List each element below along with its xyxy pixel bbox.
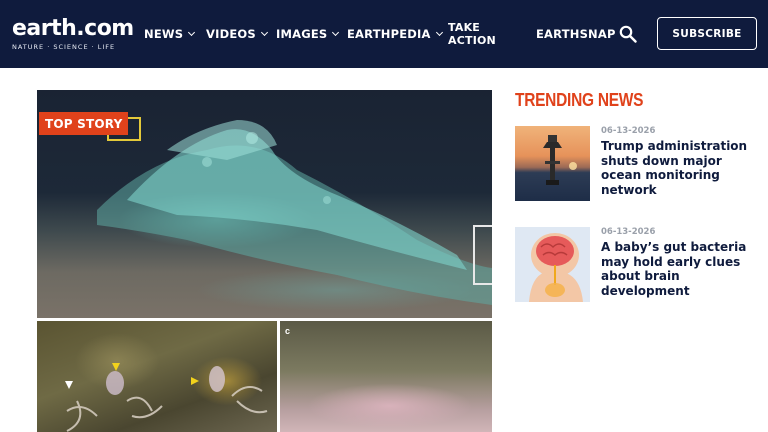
top-story-image[interactable]: c TOP STORY: [37, 90, 492, 432]
nav-news-label: NEWS: [144, 27, 184, 41]
highlight-box: [473, 225, 492, 285]
story-thumbnail[interactable]: [515, 126, 590, 201]
brittle-stars-illustration: [66, 366, 268, 432]
story-date: 06-13-2026: [601, 227, 656, 237]
trending-news-heading: TRENDING NEWS: [515, 90, 644, 110]
story-headline[interactable]: Trump administration shuts down major oc…: [601, 139, 751, 197]
yellow-arrow-marker: [112, 363, 120, 371]
top-story-badge: TOP STORY: [39, 112, 129, 135]
nav-earthsnap-label: EARTHSNAP: [536, 27, 616, 41]
nav-take-action-line2: ACTION: [448, 34, 496, 47]
site-header: earth.com NATURE · SCIENCE · LIFE NEWS V…: [0, 0, 768, 68]
nav-earthsnap[interactable]: EARTHSNAP: [536, 27, 616, 41]
story-thumbnail[interactable]: [515, 227, 590, 302]
nav-videos-label: VIDEOS: [206, 27, 256, 41]
hero-photo-sea-creatures: [37, 321, 277, 432]
nav-news[interactable]: NEWS: [144, 27, 196, 41]
story-date: 06-13-2026: [601, 126, 656, 136]
nav-take-action-line1: TAKE: [448, 21, 481, 34]
nav-earthpedia-label: EARTHPEDIA: [347, 27, 431, 41]
logo-tagline: NATURE · SCIENCE · LIFE: [12, 43, 116, 51]
nav-videos[interactable]: VIDEOS: [206, 27, 268, 41]
logo-wordmark: earth.com: [12, 16, 134, 41]
chevron-down-icon: [260, 28, 268, 37]
site-logo[interactable]: earth.com NATURE · SCIENCE · LIFE: [12, 16, 134, 52]
subscribe-button[interactable]: SUBSCRIBE: [657, 17, 757, 50]
yellow-arrow-marker: [191, 377, 199, 385]
search-icon[interactable]: [619, 25, 637, 43]
white-arrow-marker: [65, 381, 73, 389]
nav-earthpedia[interactable]: EARTHPEDIA: [347, 27, 443, 41]
ocean-buoy-illustration: [543, 135, 577, 185]
trending-story[interactable]: 06-13-2026 A baby’s gut bacteria may hol…: [515, 227, 755, 307]
hero-photo-seabed: [280, 321, 492, 432]
nav-images-label: IMAGES: [276, 27, 328, 41]
chevron-down-icon: [332, 28, 340, 37]
chevron-down-icon: [435, 28, 443, 37]
chevron-down-icon: [188, 28, 196, 37]
nav-take-action[interactable]: TAKE ACTION: [448, 21, 496, 47]
story-headline[interactable]: A baby’s gut bacteria may hold early clu…: [601, 240, 751, 298]
trending-story[interactable]: 06-13-2026 Trump administration shuts do…: [515, 126, 755, 206]
panel-label: c: [285, 326, 291, 336]
nav-images[interactable]: IMAGES: [276, 27, 340, 41]
brain-gut-illustration: [529, 233, 583, 302]
